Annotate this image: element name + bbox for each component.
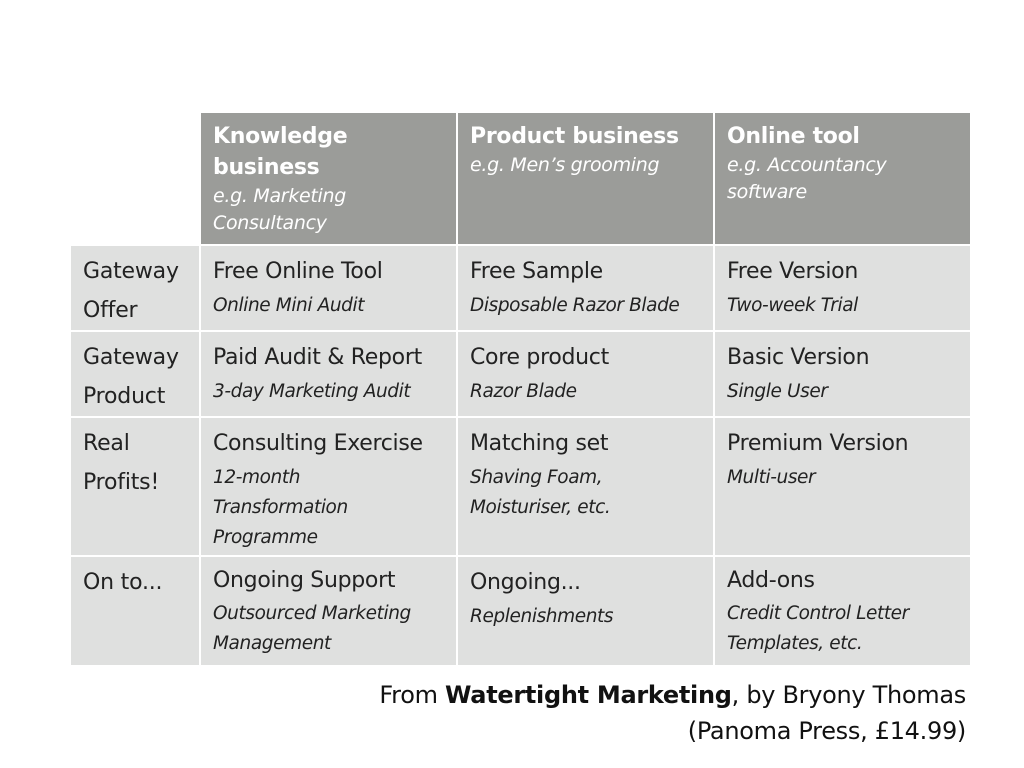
row-label-gateway-offer: Gateway Offer bbox=[71, 246, 199, 330]
cell-main: Consulting Exercise bbox=[213, 431, 423, 456]
cell-main: Ongoing... bbox=[470, 570, 581, 595]
column-subtitle: e.g. Marketing Consultancy bbox=[213, 185, 347, 234]
table-cell: Core product Razor Blade bbox=[458, 332, 713, 416]
table-cell: Matching set Shaving Foam, Moisturiser, … bbox=[458, 418, 713, 555]
column-title: Product business bbox=[470, 124, 679, 149]
cell-detail: Single User bbox=[727, 381, 828, 402]
cell-detail: Two-week Trial bbox=[727, 295, 858, 316]
table-cell: Free Online Tool Online Mini Audit bbox=[201, 246, 456, 330]
cell-detail: Multi-user bbox=[727, 467, 816, 488]
cell-detail: Razor Blade bbox=[470, 381, 577, 402]
cell-main: Free Sample bbox=[470, 259, 603, 284]
cell-detail: Replenishments bbox=[470, 606, 614, 627]
row-label-gateway-product: Gateway Product bbox=[71, 332, 199, 416]
marketing-ladder-table: Knowledge business e.g. Marketing Consul… bbox=[71, 113, 970, 665]
citation-prefix: From bbox=[379, 681, 445, 709]
cell-detail: 12-month Transformation Programme bbox=[213, 467, 348, 548]
cell-detail: Online Mini Audit bbox=[213, 295, 365, 316]
cell-main: Free Version bbox=[727, 259, 858, 284]
book-citation: From Watertight Marketing, by Bryony Tho… bbox=[379, 677, 966, 749]
cell-detail: Outsourced Marketing Management bbox=[213, 603, 411, 654]
row-label-real-profits: Real Profits! bbox=[71, 418, 199, 555]
citation-author: , by Bryony Thomas bbox=[731, 681, 967, 709]
cell-main: Free Online Tool bbox=[213, 259, 383, 284]
cell-detail: Disposable Razor Blade bbox=[470, 295, 680, 316]
cell-detail: Shaving Foam, Moisturiser, etc. bbox=[470, 467, 611, 518]
cell-detail: Credit Control Letter Templates, etc. bbox=[727, 603, 909, 654]
cell-main: Ongoing Support bbox=[213, 568, 396, 593]
cell-main: Core product bbox=[470, 345, 609, 370]
table-corner bbox=[71, 113, 199, 244]
column-subtitle: e.g. Accountancy software bbox=[727, 154, 887, 203]
column-title: Online tool bbox=[727, 124, 860, 149]
cell-main: Basic Version bbox=[727, 345, 870, 370]
column-header-online-tool: Online tool e.g. Accountancy software bbox=[715, 113, 970, 244]
table-cell: Paid Audit & Report 3-day Marketing Audi… bbox=[201, 332, 456, 416]
cell-main: Add-ons bbox=[727, 568, 815, 593]
citation-line-1: From Watertight Marketing, by Bryony Tho… bbox=[379, 677, 966, 713]
cell-detail: 3-day Marketing Audit bbox=[213, 381, 411, 402]
citation-line-2: (Panoma Press, £14.99) bbox=[687, 717, 967, 745]
citation-book-title: Watertight Marketing bbox=[444, 681, 732, 709]
cell-main: Matching set bbox=[470, 431, 609, 456]
column-header-product-business: Product business e.g. Men’s grooming bbox=[458, 113, 713, 244]
cell-main: Paid Audit & Report bbox=[213, 345, 422, 370]
table-cell: Ongoing Support Outsourced Marketing Man… bbox=[201, 557, 456, 665]
cell-main: Premium Version bbox=[727, 431, 909, 456]
table-cell: Free Version Two-week Trial bbox=[715, 246, 970, 330]
column-title: Knowledge business bbox=[213, 124, 348, 180]
table-cell: Free Sample Disposable Razor Blade bbox=[458, 246, 713, 330]
table-cell: Basic Version Single User bbox=[715, 332, 970, 416]
table-cell: Premium Version Multi-user bbox=[715, 418, 970, 555]
table-cell: Add-ons Credit Control Letter Templates,… bbox=[715, 557, 970, 665]
column-header-knowledge-business: Knowledge business e.g. Marketing Consul… bbox=[201, 113, 456, 244]
column-subtitle: e.g. Men’s grooming bbox=[470, 154, 660, 176]
table-cell: Consulting Exercise 12-month Transformat… bbox=[201, 418, 456, 555]
table-cell: Ongoing... Replenishments bbox=[458, 557, 713, 665]
row-label-on-to: On to... bbox=[71, 557, 199, 665]
